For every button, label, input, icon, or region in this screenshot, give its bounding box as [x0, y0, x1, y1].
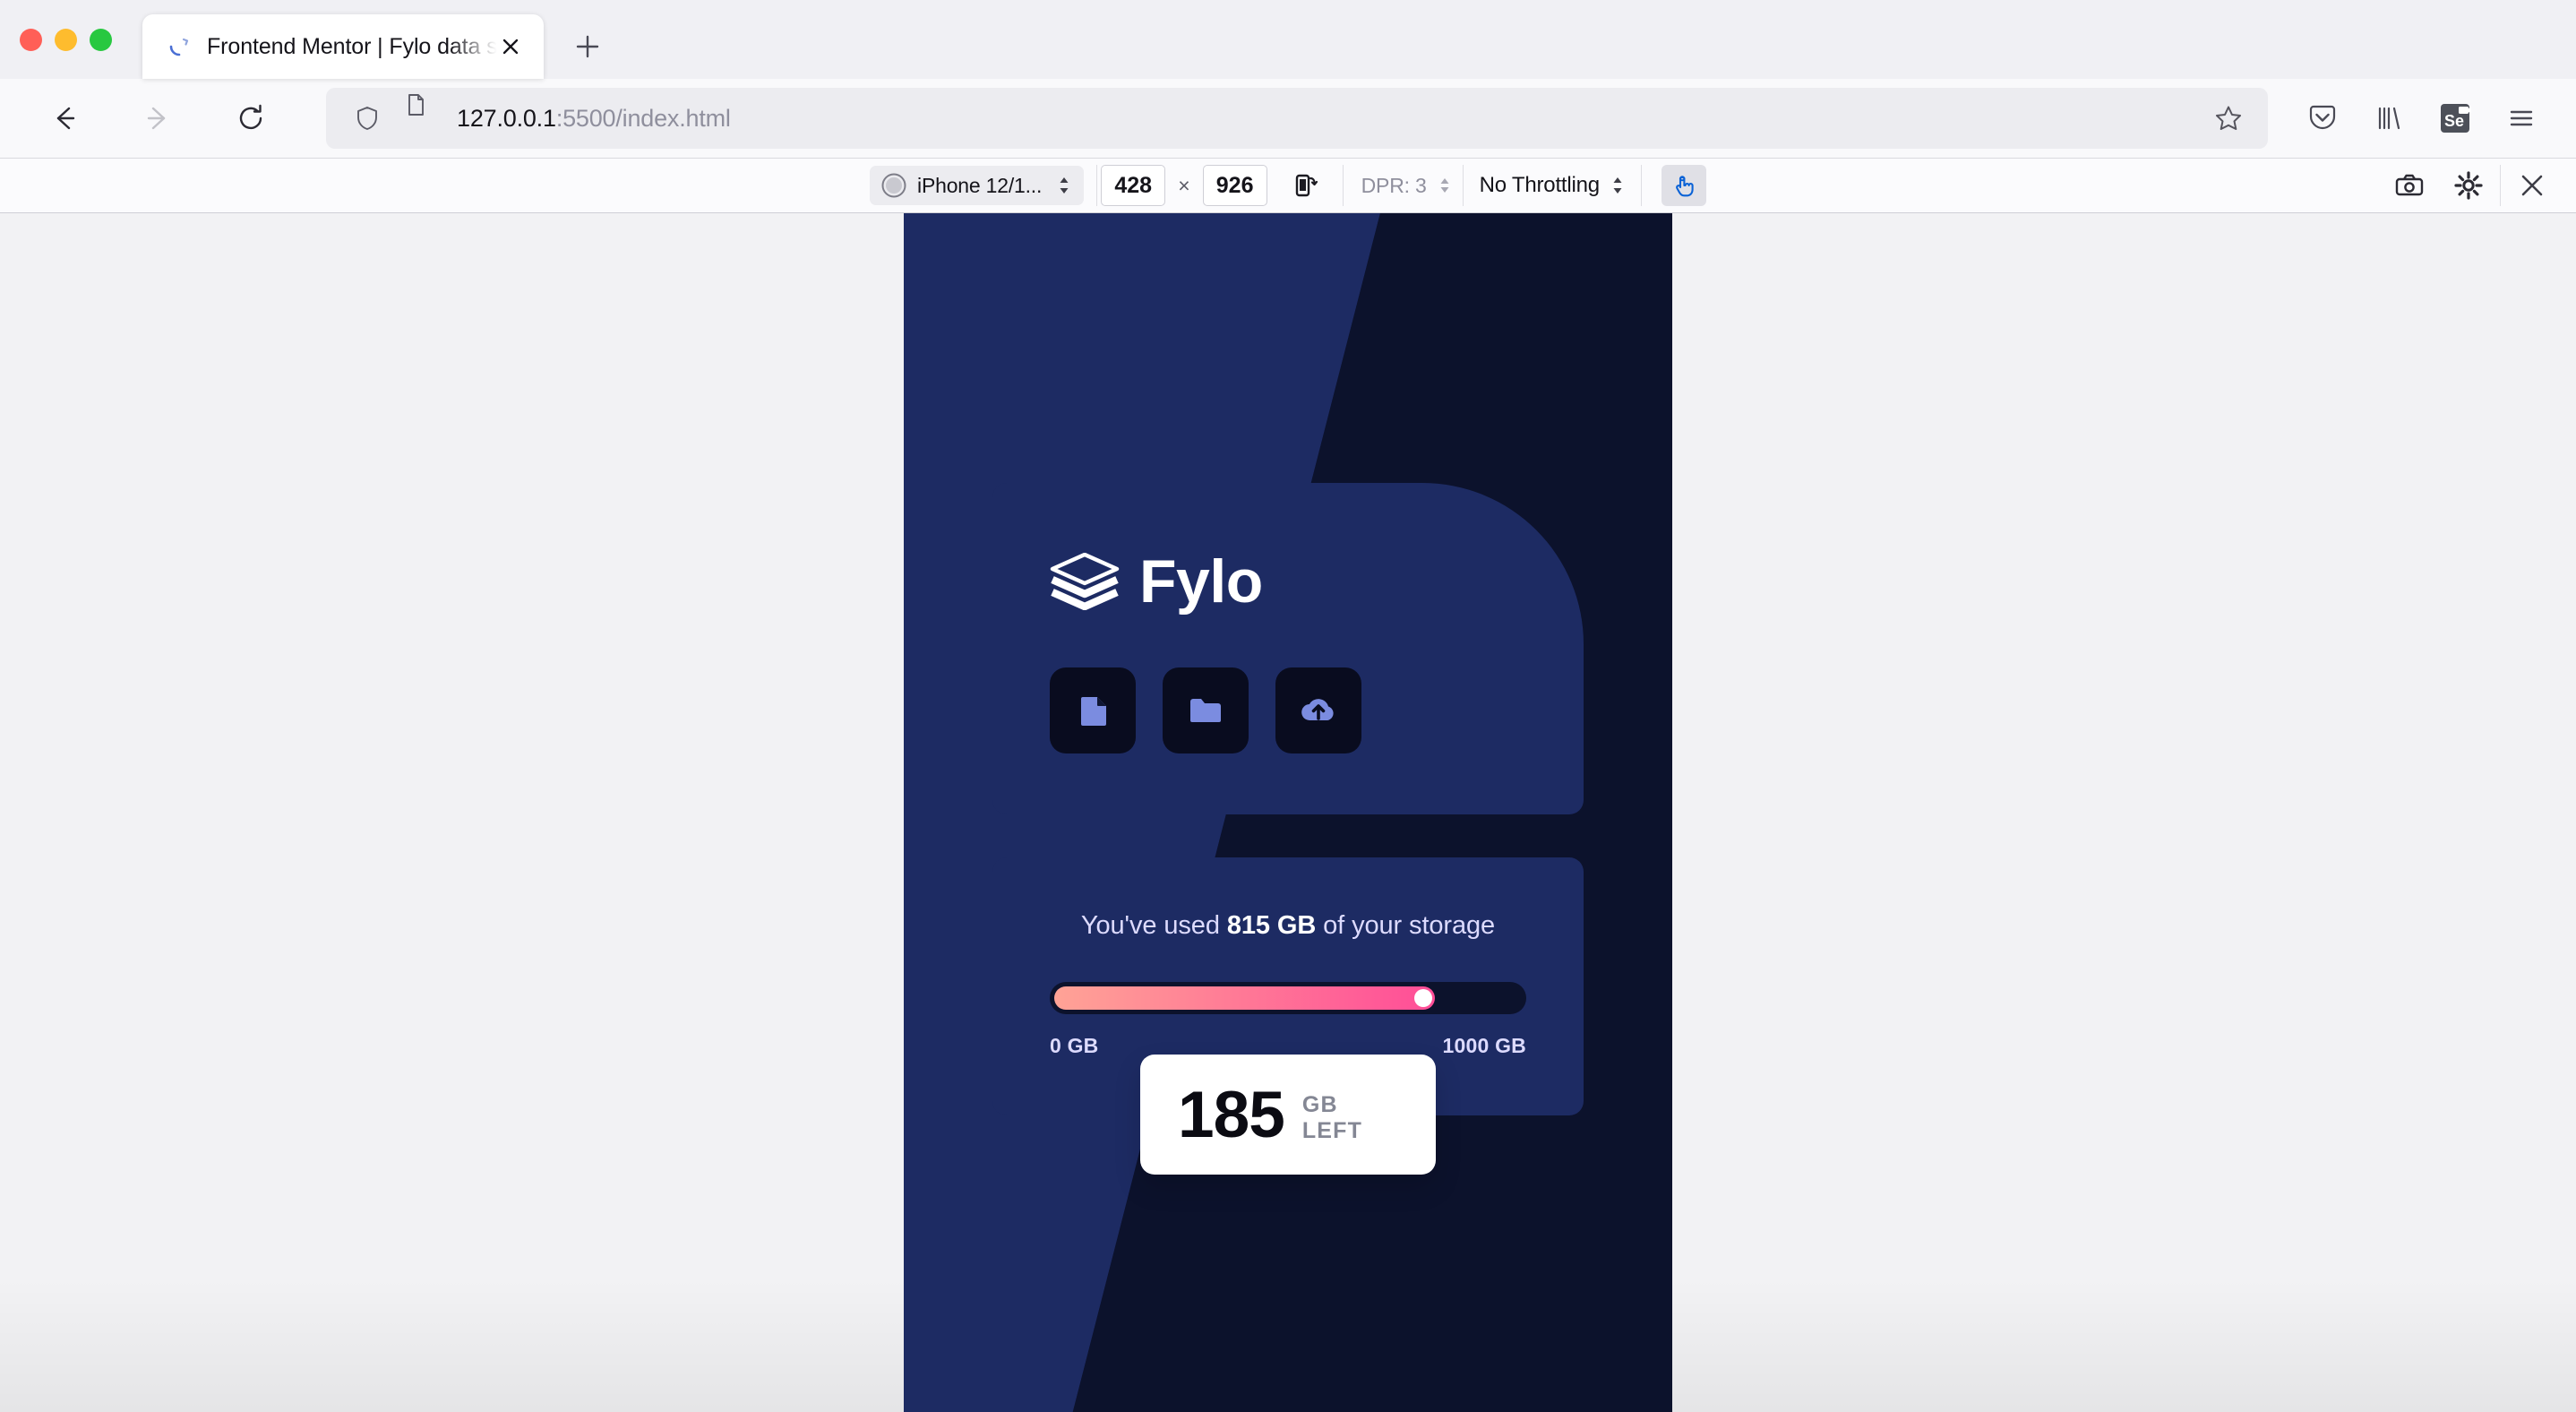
dpr-label: DPR: 3	[1361, 173, 1427, 197]
fylo-storage-card: You've used 815 GB of your storage 0 GB …	[992, 857, 1584, 1175]
reload-button[interactable]	[220, 88, 281, 149]
fylo-brand-card: Fylo	[992, 483, 1584, 814]
svg-text:Se: Se	[2444, 112, 2464, 130]
loading-spinner-icon	[166, 33, 193, 60]
device-name-label: iPhone 12/1...	[917, 173, 1043, 197]
storage-progress-bar[interactable]	[1050, 982, 1526, 1014]
viewport-width-input[interactable]: 428	[1101, 165, 1166, 206]
divider	[1640, 165, 1642, 206]
forward-button	[127, 88, 188, 149]
cloud-upload-icon[interactable]	[1275, 667, 1361, 753]
url-path: :5500/index.html	[555, 104, 731, 132]
throttling-group[interactable]: No Throttling	[1467, 159, 1627, 212]
rdm-content-area: Fylo You've used 815 GB of your storage …	[0, 213, 2576, 1412]
tab-strip: Frontend Mentor | Fylo data storage comp…	[0, 0, 2576, 79]
divider	[1096, 165, 1098, 206]
storage-used-suffix: of your storage	[1316, 911, 1496, 940]
fylo-brand-name: Fylo	[1139, 547, 1263, 616]
safari-browser-icon	[880, 172, 907, 199]
hamburger-menu-icon[interactable]	[2490, 87, 2553, 150]
dimension-separator: ×	[1178, 173, 1190, 197]
url-host: 127.0.0.1	[457, 104, 556, 132]
device-selector[interactable]: iPhone 12/1...	[870, 166, 1085, 205]
tab-title: Frontend Mentor | Fylo data storage comp…	[207, 33, 502, 59]
browser-toolbar-icons: Se	[2291, 87, 2553, 150]
window-minimize-button[interactable]	[55, 28, 77, 51]
storage-progress-knob[interactable]	[1414, 989, 1433, 1007]
device-viewport: Fylo You've used 815 GB of your storage …	[904, 213, 1672, 1412]
url-text: 127.0.0.1:5500/index.html	[457, 105, 2209, 133]
dpr-dropdown-chevron-icon[interactable]	[1436, 172, 1454, 199]
divider	[1342, 165, 1344, 206]
selenium-extension-icon[interactable]: Se	[2424, 87, 2486, 150]
storage-progress-fill	[1054, 986, 1436, 1010]
rotate-viewport-icon[interactable]	[1282, 165, 1328, 206]
rdm-controls: iPhone 12/1... 428 × 926 DPR: 3 No Throt…	[0, 159, 2576, 212]
viewport-height-input[interactable]: 926	[1202, 165, 1267, 206]
throttling-label: No Throttling	[1479, 173, 1601, 197]
navigation-toolbar: 127.0.0.1:5500/index.html Se	[0, 79, 2576, 158]
storage-used-amount: 815 GB	[1226, 911, 1317, 940]
fylo-brand: Fylo	[1050, 551, 1526, 612]
browser-tab[interactable]: Frontend Mentor | Fylo data storage comp…	[142, 14, 544, 79]
pocket-icon[interactable]	[2291, 87, 2354, 150]
tracking-protection-shield-icon[interactable]	[349, 100, 385, 136]
storage-remaining-badge: 185 GB LEFT	[1140, 1055, 1436, 1175]
storage-max-label: 1000 GB	[1442, 1034, 1526, 1057]
folder-icon[interactable]	[1163, 667, 1249, 753]
divider	[1462, 165, 1464, 206]
storage-used-prefix: You've used	[1080, 911, 1227, 940]
dpr-group[interactable]: DPR: 3	[1347, 159, 1454, 212]
url-bar[interactable]: 127.0.0.1:5500/index.html	[326, 88, 2268, 149]
fylo-page: Fylo You've used 815 GB of your storage …	[904, 213, 1672, 1412]
fylo-shortcut-row	[1050, 667, 1526, 753]
storage-used-text: You've used 815 GB of your storage	[1050, 911, 1526, 941]
storage-min-label: 0 GB	[1050, 1034, 1099, 1057]
window-close-button[interactable]	[20, 28, 42, 51]
new-tab-button[interactable]	[563, 22, 612, 71]
document-icon[interactable]	[1050, 667, 1136, 753]
window-maximize-button[interactable]	[90, 28, 112, 51]
responsive-design-mode-toolbar: iPhone 12/1... 428 × 926 DPR: 3 No Throt…	[0, 158, 2576, 213]
browser-window: Frontend Mentor | Fylo data storage comp…	[0, 0, 2576, 1412]
touch-simulation-icon[interactable]	[1661, 165, 1706, 206]
fylo-layers-logo-icon	[1050, 552, 1120, 611]
device-dropdown-chevron-icon[interactable]	[1055, 172, 1073, 199]
viewport-size-group: 428 × 926	[1101, 159, 1327, 212]
throttling-dropdown-chevron-icon[interactable]	[1609, 172, 1627, 199]
storage-remaining-label: GB LEFT	[1301, 1092, 1363, 1143]
back-button[interactable]	[34, 88, 95, 149]
tab-close-icon[interactable]	[494, 30, 528, 64]
library-icon[interactable]	[2357, 87, 2420, 150]
window-traffic-lights	[20, 0, 112, 79]
page-info-icon[interactable]	[398, 88, 434, 149]
storage-remaining-value: 185	[1178, 1078, 1285, 1151]
bookmark-star-icon[interactable]	[2209, 99, 2248, 138]
